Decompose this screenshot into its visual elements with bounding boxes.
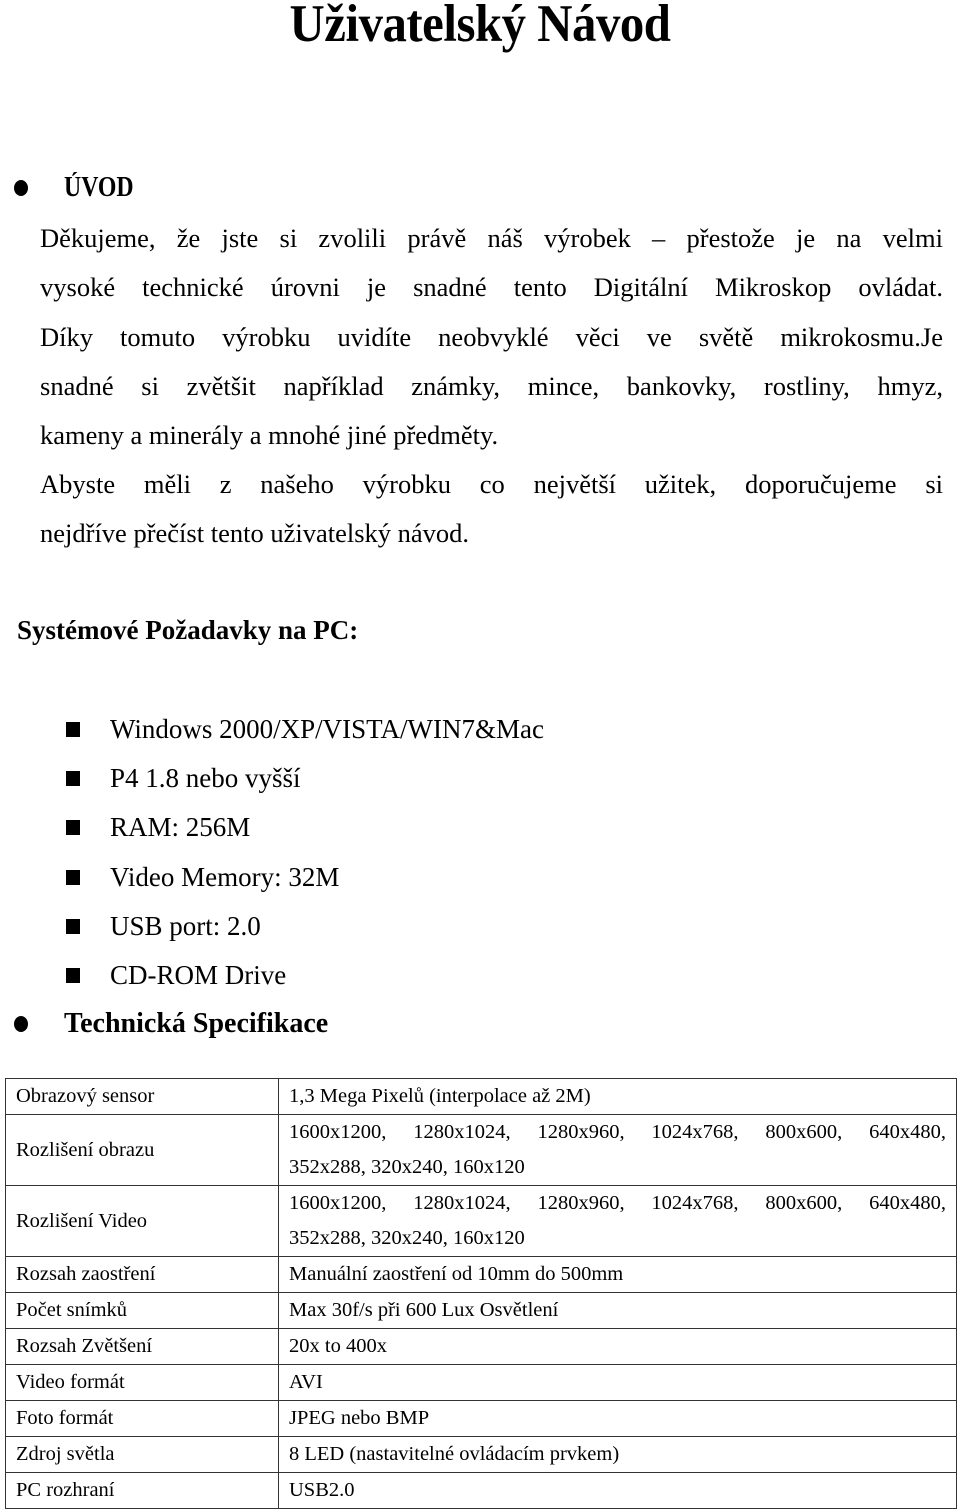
square-bullet-icon [66,771,80,787]
square-bullet-icon [66,722,80,738]
spec-key: Rozsah zaostření [5,1256,279,1293]
spec-value: AVI [278,1364,957,1401]
requirement-item: Video Memory: 32M [66,853,544,902]
requirement-item: USB port: 2.0 [66,902,544,951]
intro-line: Děkujeme, že jste si zvolili právě náš v… [40,223,943,253]
table-row: Rozlišení Video 1600x1200, 1280x1024, 12… [5,1185,957,1257]
spec-value: USB2.0 [278,1472,957,1509]
square-bullet-icon [66,918,80,934]
spec-key: Počet snímků [5,1292,279,1329]
square-bullet-icon [66,869,80,885]
spec-value-line: 8 LED (nastavitelné ovládacím prvkem) [289,1443,620,1465]
requirements-heading: Systémové Požadavky na PC: [17,615,359,645]
spec-value: 1,3 Mega Pixelů (interpolace až 2M) [278,1078,957,1115]
intro-paragraph: Děkujeme, že jste si zvolili právě náš v… [40,214,943,460]
intro-line: vysoké technické úrovni je snadné tento … [40,272,943,303]
spec-value-line: Max 30f/s při 600 Lux Osvětlení [289,1299,559,1321]
spec-value: 1600x1200, 1280x1024, 1280x960, 1024x768… [278,1185,957,1257]
requirement-text: CD-ROM Drive [110,959,287,990]
spec-key: Rozlišení Video [5,1185,279,1257]
spec-value-line: Manuální zaostření od 10mm do 500mm [289,1263,624,1285]
spec-value-line: 352x288, 320x240, 160x120 [289,1227,525,1249]
intro-recommendation-paragraph: Abyste měli z našeho výrobku co největší… [40,460,943,559]
table-row: Obrazový sensor 1,3 Mega Pixelů (interpo… [5,1078,957,1115]
spec-key: Obrazový sensor [5,1078,279,1115]
spec-heading: Technická Specifikace [14,1006,328,1042]
spec-value-line: 20x to 400x [289,1335,387,1357]
spec-value: Manuální zaostření od 10mm do 500mm [278,1256,957,1293]
spec-value: 20x to 400x [278,1328,957,1365]
spec-key: Video formát [5,1364,279,1401]
intro-line: snadné si zvětšit například známky, minc… [40,370,943,401]
requirement-text: USB port: 2.0 [110,910,261,941]
table-row: Počet snímků Max 30f/s při 600 Lux Osvět… [5,1292,957,1329]
table-row: PC rozhraní USB2.0 [5,1472,957,1509]
table-row: Video formát AVI [5,1364,957,1401]
intro-line: kameny a minerály a mnohé jiné předměty. [40,420,499,451]
requirement-text: Video Memory: 32M [110,861,340,892]
spec-key: Foto formát [5,1400,279,1437]
spec-key: Rozlišení obrazu [5,1114,279,1186]
intro-line: nejdříve přečíst tento uživatelský návod… [40,518,470,549]
spec-value: 1600x1200, 1280x1024, 1280x960, 1024x768… [278,1114,957,1186]
spec-value: Max 30f/s při 600 Lux Osvětlení [278,1292,957,1329]
spec-value: JPEG nebo BMP [278,1400,957,1437]
spec-table: Obrazový sensor 1,3 Mega Pixelů (interpo… [5,1078,957,1509]
table-row: Zdroj světla 8 LED (nastavitelné ovládac… [5,1436,957,1473]
requirement-text: Windows 2000/XP/VISTA/WIN7&Mac [110,714,544,744]
intro-heading: ÚVOD [14,170,146,206]
spec-key: Rozsah Zvětšení [5,1328,279,1365]
circle-bullet-icon [14,180,28,196]
requirement-item: Windows 2000/XP/VISTA/WIN7&Mac [66,705,544,754]
table-row: Rozlišení obrazu 1600x1200, 1280x1024, 1… [5,1114,957,1186]
requirement-item: CD-ROM Drive [66,951,544,1000]
spec-value-line: USB2.0 [289,1479,355,1501]
document-title: Uživatelský Návod [289,0,671,53]
intro-heading-text: ÚVOD [64,172,134,203]
intro-line: Abyste měli z našeho výrobku co největší… [40,469,943,499]
spec-value-line: 1600x1200, 1280x1024, 1280x960, 1024x768… [289,1192,946,1214]
spec-value-line: 1600x1200, 1280x1024, 1280x960, 1024x768… [289,1121,946,1143]
requirements-list: Windows 2000/XP/VISTA/WIN7&Mac P4 1.8 ne… [66,705,544,1000]
spec-key: PC rozhraní [5,1472,279,1509]
circle-bullet-icon [14,1016,28,1032]
requirement-item: RAM: 256M [66,803,544,852]
spec-key: Zdroj světla [5,1436,279,1473]
spec-value-line: 352x288, 320x240, 160x120 [289,1156,525,1178]
spec-heading-text: Technická Specifikace [64,1008,329,1039]
requirement-item: P4 1.8 nebo vyšší [66,754,544,803]
spec-value-line: AVI [289,1371,323,1393]
table-row: Foto formát JPEG nebo BMP [5,1400,957,1437]
requirement-text: P4 1.8 nebo vyšší [110,763,301,794]
intro-line: Díky tomuto výrobku uvidíte neobvyklé vě… [40,321,943,352]
square-bullet-icon [66,968,80,984]
requirement-text: RAM: 256M [110,812,251,843]
spec-value: 8 LED (nastavitelné ovládacím prvkem) [278,1436,957,1473]
square-bullet-icon [66,820,80,836]
spec-value-line: 1,3 Mega Pixelů (interpolace až 2M) [289,1085,591,1107]
spec-value-line: JPEG nebo BMP [289,1407,430,1429]
table-row: Rozsah Zvětšení 20x to 400x [5,1328,957,1365]
table-row: Rozsah zaostření Manuální zaostření od 1… [5,1256,957,1293]
